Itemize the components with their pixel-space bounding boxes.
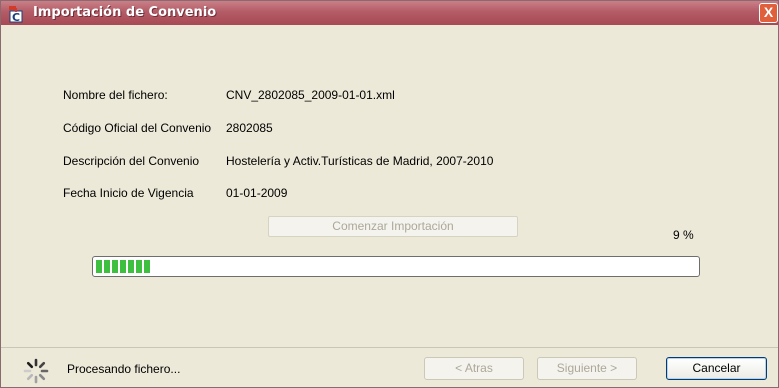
app-logo-icon: C [9,6,23,23]
cancel-button[interactable]: Cancelar [666,357,767,380]
description-value: Hostelería y Activ.Turísticas de Madrid,… [226,154,494,168]
progress-fill [96,260,150,273]
status-text: Procesando fichero... [67,362,181,376]
close-button[interactable]: X [759,3,778,23]
next-button[interactable]: Siguiente > [537,357,637,380]
start-date-label: Fecha Inicio de Vigencia [63,186,194,200]
progress-bar [92,256,700,277]
import-dialog: C Importación de Convenio X Nombre del f… [0,0,779,388]
start-import-button[interactable]: Comenzar Importación [268,216,518,237]
progress-percent: 9 % [673,228,694,242]
window-title: Importación de Convenio [33,5,217,20]
footer-divider [1,347,778,348]
back-button[interactable]: < Atras [424,357,524,380]
filename-label: Nombre del fichero: [63,88,168,102]
svg-text:C: C [12,11,20,23]
description-label: Descripción del Convenio [63,154,200,168]
loading-spinner-icon [23,358,49,384]
official-code-label: Código Oficial del Convenio [63,121,212,135]
official-code-value: 2802085 [226,121,273,135]
title-bar[interactable]: C Importación de Convenio X [1,1,778,25]
start-date-value: 01-01-2009 [226,186,288,200]
filename-value: CNV_2802085_2009-01-01.xml [226,88,395,102]
